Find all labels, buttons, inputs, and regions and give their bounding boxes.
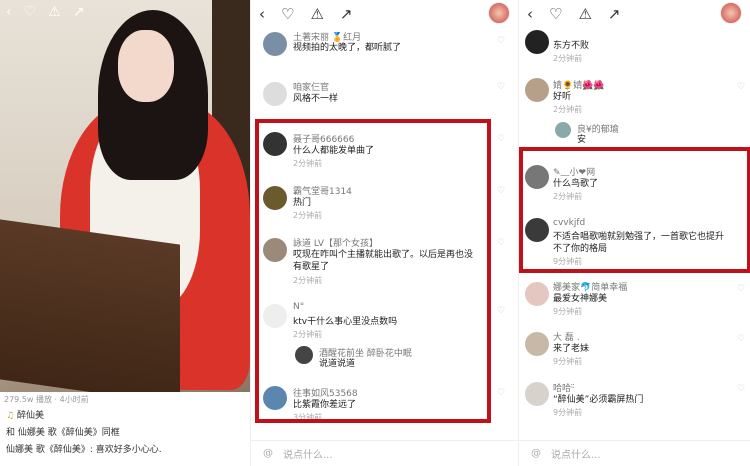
like-icon[interactable]: ♡ [737,284,745,294]
avatar[interactable] [525,78,549,102]
avatar[interactable] [525,382,549,406]
comment-text: 最爱女神娜美 [553,294,608,304]
comment-user[interactable]: 娜美家🐬简单幸福 [553,280,627,293]
author-avatar[interactable] [488,2,510,24]
caption-line-1: 和 仙娜美 歌《醉仙美》同框 [6,428,120,438]
comments-panel-1: ‹ ♡ ⚠ ↗ 土著宋丽 🏅红月 视频拍的太晚了，都听腻了 ♡ 咱家仨官 风格不… [250,0,518,466]
caption-line-2: 仙娜美 歌《醉仙美》: 喜欢好多小心心. [6,445,162,455]
warning-icon[interactable]: ⚠ [578,5,591,23]
avatar[interactable] [263,32,287,56]
avatar[interactable] [263,82,287,106]
comment-input[interactable]: 说点什么... [551,446,601,461]
wooden-table [0,219,180,392]
at-icon[interactable]: @ [531,448,541,459]
comment-time: 9分钟前 [553,307,583,316]
share-icon[interactable]: ↗ [73,4,85,20]
author-name[interactable]: 醉仙美 [17,411,44,421]
heart-icon[interactable]: ♡ [281,5,294,23]
comment-input-bar[interactable]: @ 说点什么... [251,440,518,466]
share-icon[interactable]: ↗ [340,5,353,23]
face [118,30,174,102]
share-icon[interactable]: ↗ [608,5,621,23]
comment-user[interactable]: 婧🌻婧🌺🌺 [553,78,605,91]
comment-text: 风格不一样 [293,94,339,104]
comment-user[interactable]: 大 磊 . [553,330,580,343]
like-icon[interactable]: ♡ [497,388,505,398]
video-frame[interactable] [0,0,250,392]
comment-text: 视频拍的太晚了，都听腻了 [293,43,402,53]
warning-icon[interactable]: ⚠ [310,5,323,23]
comment-text: 来了老妹 [553,344,590,354]
comments-topbar: ‹ ♡ ⚠ ↗ [519,0,750,28]
highlight-box [255,119,491,423]
heart-icon[interactable]: ♡ [549,5,562,23]
heart-icon[interactable]: ♡ [24,4,37,20]
warning-icon[interactable]: ⚠ [48,4,61,20]
video-caption: ♫ 醉仙美 和 仙娜美 歌《醉仙美》同框 仙娜美 歌《醉仙美》: 喜欢好多小心心… [0,404,250,463]
like-icon[interactable]: ♡ [737,384,745,394]
comments-topbar: ‹ ♡ ⚠ ↗ [251,0,518,28]
avatar[interactable] [555,122,571,138]
highlight-box [519,147,750,273]
author-avatar[interactable] [720,2,742,24]
like-icon[interactable]: ♡ [737,82,745,92]
avatar[interactable] [525,332,549,356]
back-icon[interactable]: ‹ [259,5,265,23]
at-icon[interactable]: @ [263,448,273,459]
like-icon[interactable]: ♡ [497,36,505,46]
back-icon[interactable]: ‹ [6,4,12,20]
video-toolbar: ‹ ♡ ⚠ ↗ [6,4,84,20]
avatar[interactable] [525,30,549,54]
like-icon[interactable]: ♡ [497,134,505,144]
comments-panel-2: ‹ ♡ ⚠ ↗ 东方不败 2分钟前 婧🌻婧🌺🌺 好听 2分钟前 ♡ 良¥的郁瑜 … [518,0,750,466]
like-icon[interactable]: ♡ [497,82,505,92]
like-icon[interactable]: ♡ [497,306,505,316]
like-icon[interactable]: ♡ [497,186,505,196]
comment-input[interactable]: 说点什么... [283,446,333,461]
avatar[interactable] [525,282,549,306]
comment-time: 9分钟前 [553,408,583,417]
comment-text: 好听 [553,92,572,102]
comment-time: 9分钟前 [553,357,583,366]
comment-input-bar[interactable]: @ 说点什么... [519,440,750,466]
like-icon[interactable]: ♡ [737,334,745,344]
comment-user[interactable]: 哈哈ᵕ̈ [553,381,575,394]
comment-time: 2分钟前 [553,105,583,114]
comment-text: 东方不败 [553,41,590,51]
comment-text: “醉仙美”必须霸屏热门 [553,395,644,405]
reply-text: 安 [577,135,587,145]
music-icon: ♫ [6,411,15,421]
comment-user[interactable]: 咱家仨官 [293,80,329,93]
comment-time: 2分钟前 [553,54,583,63]
back-icon[interactable]: ‹ [527,5,533,23]
video-panel: ‹ ♡ ⚠ ↗ 279.5w 播放 · 4小时前 ♫ 醉仙美 和 仙娜美 歌《醉… [0,0,250,466]
like-icon[interactable]: ♡ [497,238,505,248]
